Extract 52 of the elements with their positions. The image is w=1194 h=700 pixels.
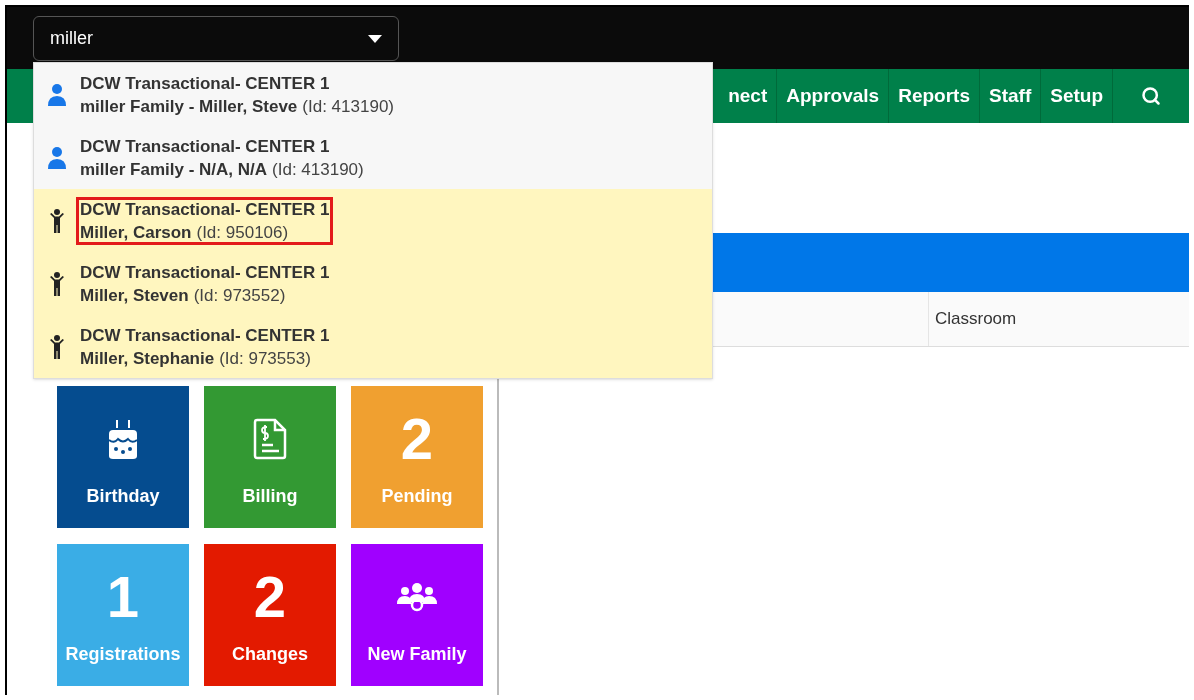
tile-label: Registrations [65, 643, 181, 666]
search-select[interactable]: miller [33, 16, 399, 61]
tile-count: 1 [106, 568, 140, 626]
nav-item[interactable]: Setup [1041, 69, 1113, 123]
result-id: (Id: 950106) [196, 221, 289, 244]
tile-count: 2 [400, 410, 434, 468]
result-name: Miller, Steven [80, 284, 189, 307]
result-id: (Id: 973552) [193, 284, 286, 307]
child-icon [49, 333, 65, 360]
search-value: miller [50, 27, 93, 50]
child-icon [49, 207, 65, 234]
result-center: DCW Transactional- CENTER 1 [80, 261, 330, 284]
dashboard-tile[interactable]: 2 Changes [204, 544, 336, 686]
dashboard-tile[interactable]: New Family [351, 544, 483, 686]
cake-icon [106, 418, 140, 460]
tile-label: New Family [367, 643, 467, 666]
nav-item[interactable]: Approvals [777, 69, 890, 123]
tile-label: Billing [242, 485, 298, 508]
tile-label: Birthday [86, 485, 160, 508]
result-center: DCW Transactional- CENTER 1 [80, 198, 330, 221]
result-item[interactable]: DCW Transactional- CENTER 1 Miller, Carson (Id: 950106) [34, 189, 712, 252]
person-icon [47, 145, 67, 170]
result-center: DCW Transactional- CENTER 1 [80, 72, 331, 95]
result-item[interactable]: DCW Transactional- CENTER 1 miller Family - N/A, N/A (Id: 413190) [34, 126, 712, 189]
dashboard-tile[interactable]: Billing [204, 386, 336, 528]
result-center: DCW Transactional- CENTER 1 [80, 135, 331, 158]
result-id: (Id: 973553) [219, 347, 311, 370]
nav-item[interactable]: Reports [889, 69, 980, 123]
result-id: (Id: 413190) [302, 95, 394, 118]
person-icon [47, 82, 67, 107]
nav-item[interactable]: nect [719, 69, 778, 123]
result-item[interactable]: DCW Transactional- CENTER 1 Miller, Stephanie (Id: 973553) [34, 315, 712, 378]
result-name: miller Family - Miller, Steve [80, 95, 298, 118]
dashboard-tile[interactable]: 1 Registrations [57, 544, 189, 686]
search-icon [1141, 86, 1161, 106]
tile-label: Changes [232, 643, 308, 666]
result-item[interactable]: DCW Transactional- CENTER 1 miller Family - Miller, Steve (Id: 413190) [34, 63, 712, 126]
column-header: Classroom [934, 308, 1017, 331]
child-icon [49, 270, 65, 297]
tile-label: Pending [381, 485, 453, 508]
caret-icon [368, 34, 382, 43]
result-name: miller Family - N/A, N/A [80, 158, 268, 181]
tile-count: 2 [253, 568, 287, 626]
nav-item[interactable]: Staff [980, 69, 1042, 123]
result-id: (Id: 413190) [272, 158, 364, 181]
result-item[interactable]: DCW Transactional- CENTER 1 Miller, Steven (Id: 973552) [34, 252, 712, 315]
result-center: DCW Transactional- CENTER 1 [80, 324, 330, 347]
group-icon [396, 582, 438, 612]
result-name: Miller, Stephanie [80, 347, 215, 370]
result-name: Miller, Carson [80, 221, 192, 244]
dashboard-tile[interactable]: Birthday [57, 386, 189, 528]
invoice-icon [253, 418, 287, 460]
